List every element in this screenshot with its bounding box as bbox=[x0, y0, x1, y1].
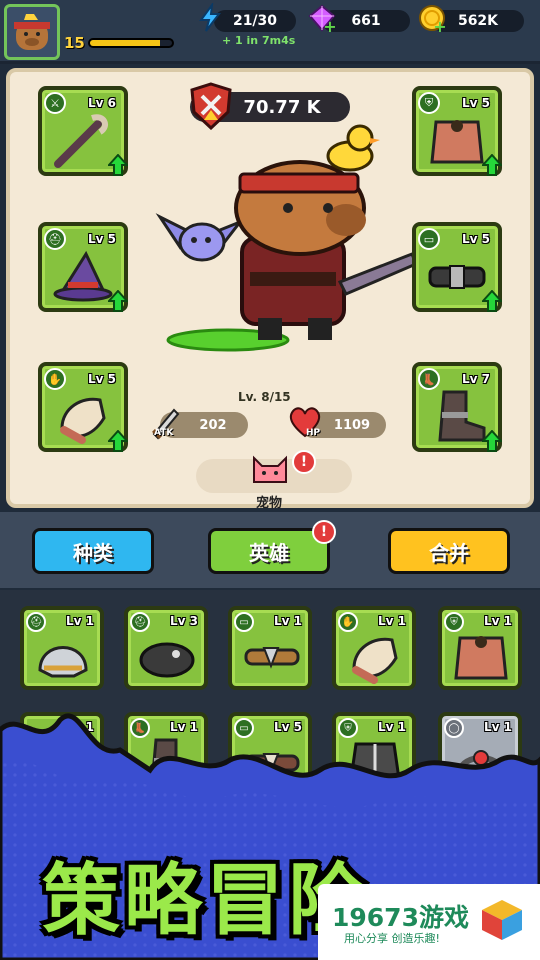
item-level: Lv 1 bbox=[378, 614, 406, 628]
add-gold-icon[interactable]: + bbox=[432, 17, 448, 36]
pet-label: 宠物 bbox=[256, 496, 283, 511]
watermark-title: 19673游戏 bbox=[332, 903, 469, 932]
energy-regen: + 1 in 7m4s bbox=[222, 34, 296, 47]
belt-category-icon: ▭ bbox=[418, 228, 440, 250]
player-avatar[interactable] bbox=[4, 4, 60, 60]
helmet-category-icon: ⛑ bbox=[26, 612, 46, 632]
equip-slot-armor[interactable]: ⛨ Lv 5 bbox=[412, 86, 502, 176]
gold-value: 562K bbox=[457, 13, 499, 29]
item-level: Lv 1 bbox=[66, 614, 94, 628]
hp-label: HP bbox=[306, 428, 321, 438]
bat-pet-icon bbox=[155, 213, 245, 262]
energy-value: 21/30 bbox=[232, 13, 278, 29]
cap-icon bbox=[139, 642, 195, 678]
tab-category[interactable]: 种类 bbox=[32, 528, 154, 574]
hero-level: Lv. 8/15 bbox=[238, 390, 291, 404]
equip-slot-gloves[interactable]: ✋ Lv 5 bbox=[38, 362, 128, 452]
xp-bar bbox=[88, 38, 174, 48]
item-level: Lv 1 bbox=[484, 614, 512, 628]
equip-slot-belt[interactable]: ▭ Lv 5 bbox=[412, 222, 502, 312]
staff-icon bbox=[54, 114, 109, 168]
upgrade-arrow-icon bbox=[108, 154, 128, 176]
watermark-subtitle: 用心分享 创造乐趣! bbox=[344, 932, 440, 945]
hero-panel: 70.77 K ⚔ Lv 6 ⛑ Lv 5 ✋ Lv 5 ⛨ Lv 5 ▭ Lv… bbox=[6, 68, 534, 511]
slot-level: Lv 5 bbox=[88, 232, 116, 246]
glove-category-icon: ✋ bbox=[44, 368, 66, 390]
pet-alert-badge: ! bbox=[292, 450, 316, 474]
energy-counter[interactable]: 21/30 bbox=[214, 10, 296, 32]
boot-category-icon: 👢 bbox=[418, 368, 440, 390]
fur-armor-icon bbox=[454, 636, 508, 680]
gem-value: 661 bbox=[351, 13, 381, 29]
upgrade-arrow-icon bbox=[482, 430, 502, 452]
belt-category-icon: ▭ bbox=[234, 612, 254, 632]
belt-icon bbox=[428, 265, 486, 289]
tab-merge[interactable]: 合并 bbox=[388, 528, 510, 574]
fur-glove-icon bbox=[352, 637, 398, 684]
item-level: Lv 1 bbox=[274, 614, 302, 628]
inventory-item[interactable]: ✋ Lv 1 bbox=[332, 606, 416, 690]
upgrade-arrow-icon bbox=[108, 290, 128, 312]
fur-glove-icon bbox=[60, 397, 106, 444]
inventory-item[interactable]: ⛑ Lv 3 bbox=[124, 606, 208, 690]
add-gems-icon[interactable]: + bbox=[322, 17, 338, 36]
tab-merge-label: 合并 bbox=[429, 540, 469, 565]
xp-bar-fill bbox=[90, 40, 160, 46]
sword-category-icon: ⚔ bbox=[44, 92, 66, 114]
helmet-category-icon: ⛑ bbox=[130, 612, 150, 632]
inventory-item[interactable]: ▭ Lv 1 bbox=[228, 606, 312, 690]
atk-value: 202 bbox=[199, 417, 227, 433]
belt-icon bbox=[244, 647, 300, 669]
capybara-avatar-icon bbox=[14, 14, 50, 50]
slot-level: Lv 7 bbox=[462, 372, 490, 386]
helmet-icon bbox=[38, 646, 88, 678]
inventory-item[interactable]: ⛨ Lv 1 bbox=[438, 606, 522, 690]
hp-value: 1109 bbox=[333, 417, 371, 433]
slot-level: Lv 5 bbox=[462, 96, 490, 110]
upgrade-arrow-icon bbox=[482, 154, 502, 176]
slot-level: Lv 5 bbox=[88, 372, 116, 386]
upgrade-arrow-icon bbox=[108, 430, 128, 452]
slot-level: Lv 5 bbox=[462, 232, 490, 246]
equip-slot-weapon[interactable]: ⚔ Lv 6 bbox=[38, 86, 128, 176]
helmet-category-icon: ⛑ bbox=[44, 228, 66, 250]
power-value: 70.77 K bbox=[243, 96, 321, 118]
cat-pet-icon[interactable] bbox=[250, 452, 290, 488]
hero-tab-badge: ! bbox=[312, 520, 336, 544]
atk-label: ATK bbox=[154, 428, 174, 438]
player-level: 15 bbox=[64, 34, 85, 52]
boot-icon bbox=[438, 390, 486, 442]
glove-category-icon: ✋ bbox=[338, 612, 358, 632]
wizard-hat-icon bbox=[53, 250, 113, 302]
tab-category-label: 种类 bbox=[73, 540, 113, 565]
armor-category-icon: ⛨ bbox=[418, 92, 440, 114]
lightning-icon bbox=[194, 2, 226, 34]
equip-slot-helmet[interactable]: ⛑ Lv 5 bbox=[38, 222, 128, 312]
top-bar: 15 21/30 + 1 in 7m4s 661 + 562K + bbox=[0, 0, 540, 64]
slot-level: Lv 6 bbox=[88, 96, 116, 110]
inventory-item[interactable]: ⛑ Lv 1 bbox=[20, 606, 104, 690]
equip-slot-boots[interactable]: 👢 Lv 7 bbox=[412, 362, 502, 452]
cube-logo-icon bbox=[482, 900, 522, 940]
hero-character[interactable] bbox=[150, 122, 420, 382]
tab-hero-label: 英雄 bbox=[249, 540, 289, 565]
fur-armor-icon bbox=[430, 120, 484, 164]
duck-icon bbox=[326, 124, 380, 172]
item-level: Lv 3 bbox=[170, 614, 198, 628]
armor-category-icon: ⛨ bbox=[444, 612, 464, 632]
upgrade-arrow-icon bbox=[482, 290, 502, 312]
tab-bar: 种类 英雄 ! 合并 bbox=[0, 512, 540, 588]
